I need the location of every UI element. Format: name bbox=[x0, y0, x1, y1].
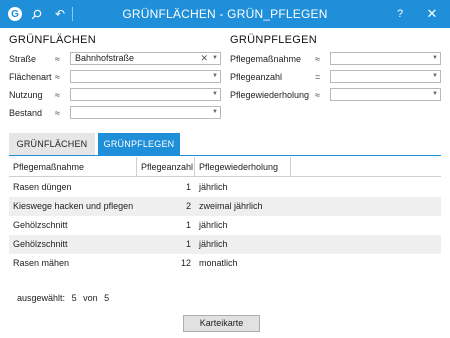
cell-pflegemassnahme: Gehölzschnitt bbox=[13, 239, 68, 249]
chevron-down-icon[interactable]: ▼ bbox=[432, 71, 438, 82]
nutzung-field[interactable]: ▼ bbox=[70, 88, 221, 101]
flaechenart-label: Flächenart bbox=[9, 72, 52, 82]
pflegemassnahme-field[interactable]: ▼ bbox=[330, 52, 441, 65]
pflegewiederholung-field[interactable]: ▼ bbox=[330, 88, 441, 101]
pflegeanzahl-operator[interactable]: = bbox=[315, 72, 320, 82]
cell-pflegewiederholung: monatlich bbox=[199, 258, 238, 268]
column-header-pflegeanzahl[interactable]: Pflegeanzahl bbox=[137, 157, 195, 177]
help-button[interactable]: ? bbox=[392, 0, 408, 28]
search-icon[interactable] bbox=[28, 0, 44, 28]
pflegewiederholung-label: Pflegewiederholung bbox=[230, 90, 310, 100]
undo-icon[interactable]: ↶ bbox=[52, 0, 68, 28]
table-row[interactable]: Rasen mähen 12 monatlich bbox=[9, 254, 441, 273]
tab-gruenpflegen[interactable]: GRÜNPFLEGEN bbox=[98, 133, 180, 155]
cell-pflegemassnahme: Rasen mähen bbox=[13, 258, 70, 268]
status-label: ausgewählt: bbox=[17, 293, 66, 303]
pflegeanzahl-label: Pflegeanzahl bbox=[230, 72, 283, 82]
strasse-value: Bahnhofstraße bbox=[75, 53, 135, 63]
clear-icon[interactable]: ✕ bbox=[200, 53, 208, 64]
table-row[interactable]: Kieswege hacken und pflegen 2 zweimal jä… bbox=[9, 197, 441, 216]
selection-status: ausgewählt: 5 von 5 bbox=[17, 293, 113, 303]
strasse-label: Straße bbox=[9, 54, 37, 64]
gruenflaechen-section-title: GRÜNFLÄCHEN bbox=[9, 34, 97, 46]
title-bar: G ↶ GRÜNFLÄCHEN - GRÜN_PFLEGEN ? ✕ bbox=[0, 0, 450, 28]
table-row[interactable]: Gehölzschnitt 1 jährlich bbox=[9, 235, 441, 254]
table-row[interactable]: Gehölzschnitt 1 jährlich bbox=[9, 216, 441, 235]
flaechenart-field[interactable]: ▼ bbox=[70, 70, 221, 83]
cell-pflegewiederholung: zweimal jährlich bbox=[199, 201, 263, 211]
pflegeanzahl-field[interactable]: ▼ bbox=[330, 70, 441, 83]
cell-pflegeanzahl: 1 bbox=[185, 239, 191, 249]
chevron-down-icon[interactable]: ▼ bbox=[212, 89, 218, 100]
cell-pflegeanzahl: 2 bbox=[185, 201, 191, 211]
cell-pflegemassnahme: Gehölzschnitt bbox=[13, 220, 68, 230]
chevron-down-icon[interactable]: ▼ bbox=[212, 107, 218, 118]
status-of-label: von bbox=[83, 293, 98, 303]
cell-pflegewiederholung: jährlich bbox=[199, 182, 228, 192]
bestand-operator[interactable]: ≈ bbox=[55, 108, 60, 118]
window-title: GRÜNFLÄCHEN - GRÜN_PFLEGEN bbox=[122, 7, 328, 21]
app-logo-letter: G bbox=[8, 7, 22, 21]
strasse-operator[interactable]: ≈ bbox=[55, 54, 60, 64]
pflegemassnahme-operator[interactable]: ≈ bbox=[315, 54, 320, 64]
pflegewiederholung-operator[interactable]: ≈ bbox=[315, 90, 320, 100]
chevron-down-icon[interactable]: ▼ bbox=[432, 53, 438, 64]
close-button[interactable]: ✕ bbox=[422, 0, 442, 28]
table-row[interactable]: Rasen düngen 1 jährlich bbox=[9, 178, 441, 197]
chevron-down-icon[interactable]: ▼ bbox=[212, 53, 218, 64]
column-header-pflegewiederholung[interactable]: Pflegewiederholung bbox=[195, 157, 291, 177]
cell-pflegemassnahme: Kieswege hacken und pflegen bbox=[13, 201, 134, 211]
title-separator bbox=[72, 7, 73, 21]
cell-pflegeanzahl: 1 bbox=[185, 182, 191, 192]
bestand-field[interactable]: ▼ bbox=[70, 106, 221, 119]
gruenpflegen-section-title: GRÜNPFLEGEN bbox=[230, 34, 318, 46]
strasse-field[interactable]: Bahnhofstraße ✕ ▼ bbox=[70, 52, 221, 65]
tab-gruenflaechen[interactable]: GRÜNFLÄCHEN bbox=[9, 133, 95, 155]
cell-pflegewiederholung: jährlich bbox=[199, 239, 228, 249]
status-total-count: 5 bbox=[104, 293, 110, 303]
table-header: Pflegemaßnahme Pflegeanzahl Pflegewieder… bbox=[9, 157, 441, 177]
column-header-pflegemassnahme[interactable]: Pflegemaßnahme bbox=[9, 157, 137, 177]
pflegemassnahme-label: Pflegemaßnahme bbox=[230, 54, 302, 64]
flaechenart-operator[interactable]: ≈ bbox=[55, 72, 60, 82]
cell-pflegewiederholung: jährlich bbox=[199, 220, 228, 230]
chevron-down-icon[interactable]: ▼ bbox=[432, 89, 438, 100]
cell-pflegeanzahl: 1 bbox=[185, 220, 191, 230]
cell-pflegemassnahme: Rasen düngen bbox=[13, 182, 72, 192]
chevron-down-icon[interactable]: ▼ bbox=[212, 71, 218, 82]
nutzung-label: Nutzung bbox=[9, 90, 43, 100]
status-selected-count: 5 bbox=[71, 293, 77, 303]
cell-pflegeanzahl: 12 bbox=[180, 258, 191, 268]
app-logo-icon: G bbox=[6, 0, 24, 28]
nutzung-operator[interactable]: ≈ bbox=[55, 90, 60, 100]
bestand-label: Bestand bbox=[9, 108, 43, 118]
tab-underline bbox=[9, 155, 441, 156]
karteikarte-button[interactable]: Karteikarte bbox=[183, 315, 260, 332]
